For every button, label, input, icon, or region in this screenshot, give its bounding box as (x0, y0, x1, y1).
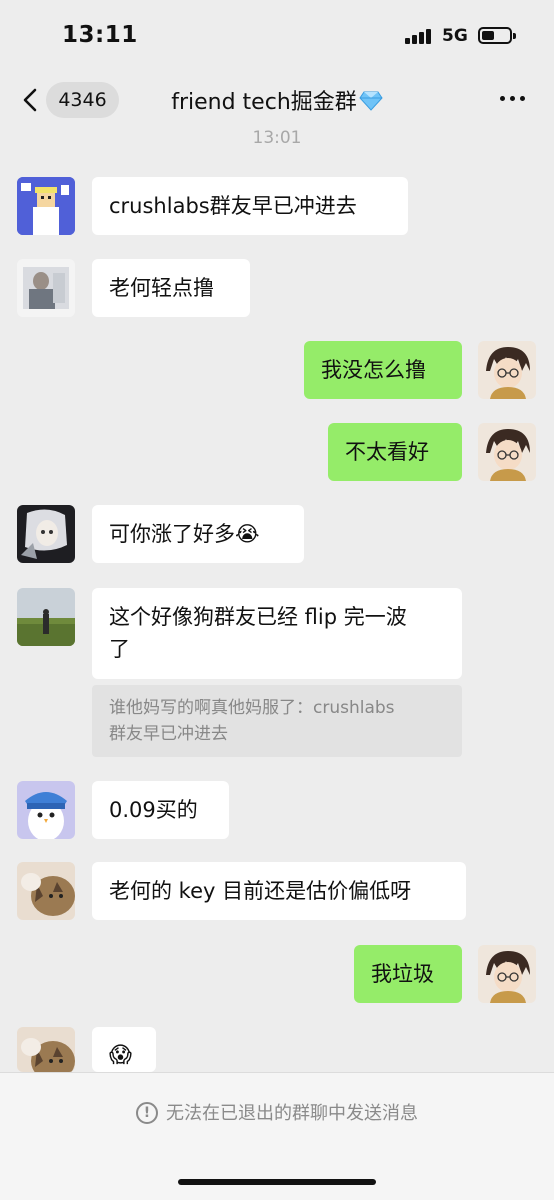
cat-avatar-icon (17, 1027, 75, 1072)
quoted-message[interactable]: 谁他妈写的啊真他妈服了：crushlabs 群友早已冲进去 (92, 685, 462, 757)
avatar[interactable] (478, 341, 536, 399)
chat-bubble[interactable]: 可你涨了好多😭 (92, 505, 304, 563)
network-type: 5G (442, 26, 468, 46)
avatar[interactable] (17, 862, 75, 920)
quote-text-line2: 群友早已冲进去 (109, 724, 228, 744)
avatar[interactable] (17, 588, 75, 646)
chat-bubble[interactable]: 这个好像狗群友已经 flip 完一波 了 (92, 588, 462, 679)
message-text: 老何的 key 目前还是估价偏低呀 (109, 879, 412, 903)
avatar[interactable] (478, 945, 536, 1003)
exited-group-notice: ! 无法在已退出的群聊中发送消息 (0, 1099, 554, 1125)
avatar[interactable] (17, 259, 75, 317)
anime-avatar-icon (478, 341, 536, 399)
input-area: ! 无法在已退出的群聊中发送消息 (0, 1072, 554, 1200)
message-emoji: 😱 (109, 1043, 132, 1068)
message-text-line2: 了 (109, 637, 130, 661)
quote-text-line1: 谁他妈写的啊真他妈服了：crushlabs (109, 698, 395, 718)
anime-avatar-icon (478, 945, 536, 1003)
anime-avatar-icon (478, 423, 536, 481)
chat-bubble[interactable]: 0.09买的 (92, 781, 229, 839)
more-dots-icon[interactable] (500, 94, 530, 104)
cat-avatar-icon (17, 862, 75, 920)
message-text-line1: 这个好像狗群友已经 flip 完一波 (109, 605, 407, 629)
chat-bubble[interactable]: 😱 (92, 1027, 156, 1072)
message-text: 老何轻点撸 (109, 276, 214, 300)
photo-avatar-icon (17, 259, 75, 317)
penguin-avatar-icon (17, 781, 75, 839)
avatar[interactable] (478, 423, 536, 481)
message-text: 可你涨了好多😭 (109, 522, 260, 546)
nav-bar: 4346 friend tech掘金群 (0, 74, 554, 126)
signal-bars-icon (405, 28, 435, 44)
chat-bubble[interactable]: crushlabs群友早已冲进去 (92, 177, 408, 235)
my-chat-bubble[interactable]: 我垃圾 (354, 945, 462, 1003)
unread-count-badge[interactable]: 4346 (46, 82, 119, 118)
message-text: 不太看好 (345, 440, 429, 464)
chat-bubble[interactable]: 老何轻点撸 (92, 259, 250, 317)
avatar[interactable] (17, 505, 75, 563)
message-text: 我垃圾 (371, 962, 434, 986)
info-circle-icon: ! (136, 1102, 158, 1124)
avatar[interactable] (17, 781, 75, 839)
status-time: 13:11 (62, 22, 138, 48)
diamond-icon (359, 91, 383, 111)
status-bar: 13:11 5G (0, 0, 554, 74)
message-text: 我没怎么撸 (321, 358, 426, 382)
pixel-art-avatar-icon (17, 177, 75, 235)
chat-title[interactable]: friend tech掘金群 (130, 84, 424, 116)
landscape-avatar-icon (17, 588, 75, 646)
my-chat-bubble[interactable]: 不太看好 (328, 423, 462, 481)
message-timestamp: 13:01 (252, 128, 302, 148)
chevron-left-icon[interactable] (18, 87, 44, 113)
avatar[interactable] (17, 1027, 75, 1072)
message-text: crushlabs群友早已冲进去 (109, 194, 357, 218)
chat-title-text: friend tech掘金群 (171, 90, 357, 115)
chat-bubble[interactable]: 老何的 key 目前还是估价偏低呀 (92, 862, 466, 920)
battery-icon (478, 27, 516, 44)
illustration-avatar-icon (17, 505, 75, 563)
my-chat-bubble[interactable]: 我没怎么撸 (304, 341, 462, 399)
notice-text: 无法在已退出的群聊中发送消息 (166, 1103, 418, 1124)
home-indicator[interactable] (178, 1179, 376, 1185)
message-text: 0.09买的 (109, 798, 198, 822)
avatar[interactable] (17, 177, 75, 235)
